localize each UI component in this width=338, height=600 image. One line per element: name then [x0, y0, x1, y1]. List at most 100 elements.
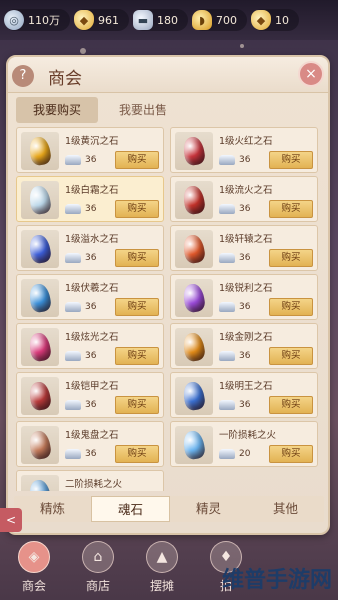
item-price: 36 [65, 400, 96, 410]
buy-button[interactable]: 购买 [115, 445, 159, 463]
item-name: 一阶损耗之火 [219, 430, 277, 441]
item-price: 36 [65, 351, 96, 361]
item-name: 1级锐利之石 [219, 283, 273, 294]
list-item[interactable]: 1级黄沉之石 36 购买 [16, 127, 164, 173]
shop-icon: ⌂ [82, 541, 114, 573]
list-item[interactable]: 1级明王之石 36 购买 [170, 372, 318, 418]
tab-spirit[interactable]: 精灵 [170, 496, 247, 522]
buy-button[interactable]: 购买 [269, 347, 313, 365]
gem-icon [181, 184, 207, 216]
item-thumbnail [21, 377, 59, 415]
list-item[interactable]: 1级铠甲之石 36 购买 [16, 372, 164, 418]
item-price: 36 [219, 302, 250, 312]
list-item[interactable]: 1级溢水之石 36 购买 [16, 225, 164, 271]
buy-button[interactable]: 购买 [269, 249, 313, 267]
nav-merchant[interactable]: ◈ 商会 [4, 535, 64, 600]
panel-header: ? 商会 × [8, 57, 328, 93]
silver-ingot-icon [219, 400, 235, 410]
item-list[interactable]: 1级黄沉之石 36 购买 1级火红之石 36 购买 1级白霜之石 36 购买 1级流火之石 36 购买… [16, 127, 320, 491]
silver-ingot-icon [219, 253, 235, 263]
gem-icon [181, 135, 207, 167]
merchant-panel: ? 商会 × 我要购买 我要出售 1级黄沉之石 36 购买 1级火红之石 36 购买 1级白… [6, 55, 330, 535]
buy-button[interactable]: 购买 [115, 298, 159, 316]
buy-button[interactable]: 购买 [115, 396, 159, 414]
item-thumbnail [175, 426, 213, 464]
buy-button[interactable]: 购买 [115, 200, 159, 218]
list-item[interactable]: 1级轩辕之石 36 购买 [170, 225, 318, 271]
silver-ingot-icon [65, 302, 81, 312]
tab-other[interactable]: 其他 [247, 496, 324, 522]
list-item[interactable]: 1级伏羲之石 36 购买 [16, 274, 164, 320]
panel-title: 商会 [48, 69, 82, 89]
close-button[interactable]: × [298, 61, 324, 87]
list-item[interactable]: 1级炫光之石 36 购买 [16, 323, 164, 369]
item-name: 1级鬼盘之石 [65, 430, 119, 441]
buy-button[interactable]: 购买 [269, 151, 313, 169]
list-item[interactable]: 1级火红之石 36 购买 [170, 127, 318, 173]
silver-ingot-icon [65, 253, 81, 263]
silver-ingot-icon [65, 204, 81, 214]
list-item[interactable]: 二阶损耗之火 [16, 470, 164, 491]
item-name: 1级黄沉之石 [65, 136, 119, 147]
item-thumbnail [175, 230, 213, 268]
buy-button[interactable]: 购买 [115, 151, 159, 169]
jade-coin-icon: ◎ [4, 10, 24, 30]
gem-icon [27, 429, 53, 461]
buy-button[interactable]: 购买 [269, 298, 313, 316]
currency-value: 180 [157, 13, 178, 27]
price-value: 36 [239, 204, 251, 214]
currency-jade[interactable]: ◎ 110万 [4, 9, 70, 31]
item-price: 36 [65, 155, 96, 165]
buy-button[interactable]: 购买 [115, 347, 159, 365]
help-button[interactable]: ? [12, 65, 34, 87]
silver-ingot-icon [65, 400, 81, 410]
merchant-guild-icon: ◈ [18, 541, 50, 573]
list-item[interactable]: 1级锐利之石 36 购买 [170, 274, 318, 320]
tab-refine[interactable]: 精炼 [14, 496, 91, 522]
silver-ingot-icon [219, 351, 235, 361]
list-item[interactable]: 1级白霜之石 36 购买 [16, 176, 164, 222]
tab-buy[interactable]: 我要购买 [16, 97, 98, 123]
tab-sell[interactable]: 我要出售 [102, 97, 184, 123]
item-thumbnail [21, 230, 59, 268]
watermark: 维普手游网 [221, 568, 332, 593]
list-item[interactable]: 1级金刚之石 36 购买 [170, 323, 318, 369]
price-value: 36 [85, 351, 97, 361]
gold-ingot-icon: ◆ [74, 10, 94, 30]
price-value: 36 [239, 302, 251, 312]
price-value: 36 [85, 204, 97, 214]
item-thumbnail [21, 328, 59, 366]
currency-silver[interactable]: ▬ 180 [133, 9, 188, 31]
list-item[interactable]: 一阶损耗之火 20 购买 [170, 421, 318, 467]
currency-gold-2[interactable]: ◆ 10 [251, 9, 299, 31]
currency-gold-boat[interactable]: ◗ 700 [192, 9, 247, 31]
item-name: 1级炫光之石 [65, 332, 119, 343]
item-name: 1级流火之石 [219, 185, 273, 196]
collapse-arrow-button[interactable]: < [0, 508, 22, 532]
category-tabs: 精炼 魂石 精灵 其他 [14, 496, 324, 522]
item-thumbnail [21, 426, 59, 464]
price-value: 36 [85, 253, 97, 263]
gem-icon [27, 478, 53, 491]
buy-button[interactable]: 购买 [269, 445, 313, 463]
currency-gold-ingot[interactable]: ◆ 961 [74, 9, 129, 31]
nav-stall[interactable]: ▲ 摆摊 [132, 535, 192, 600]
item-price: 36 [219, 400, 250, 410]
buy-button[interactable]: 购买 [115, 249, 159, 267]
currency-value: 110万 [28, 14, 60, 27]
list-item[interactable]: 1级鬼盘之石 36 购买 [16, 421, 164, 467]
item-price: 36 [219, 351, 250, 361]
silver-ingot-icon [219, 204, 235, 214]
gold-ingot-icon: ◆ [251, 10, 271, 30]
buy-button[interactable]: 购买 [269, 396, 313, 414]
buy-button[interactable]: 购买 [269, 200, 313, 218]
silver-ingot-icon [65, 351, 81, 361]
silver-ingot-icon [219, 302, 235, 312]
list-item[interactable]: 1级流火之石 36 购买 [170, 176, 318, 222]
price-value: 36 [239, 253, 251, 263]
price-value: 36 [239, 351, 251, 361]
nav-shop[interactable]: ⌂ 商店 [68, 535, 128, 600]
item-thumbnail [175, 377, 213, 415]
tab-soulstone[interactable]: 魂石 [91, 496, 170, 522]
gem-icon [27, 380, 53, 412]
